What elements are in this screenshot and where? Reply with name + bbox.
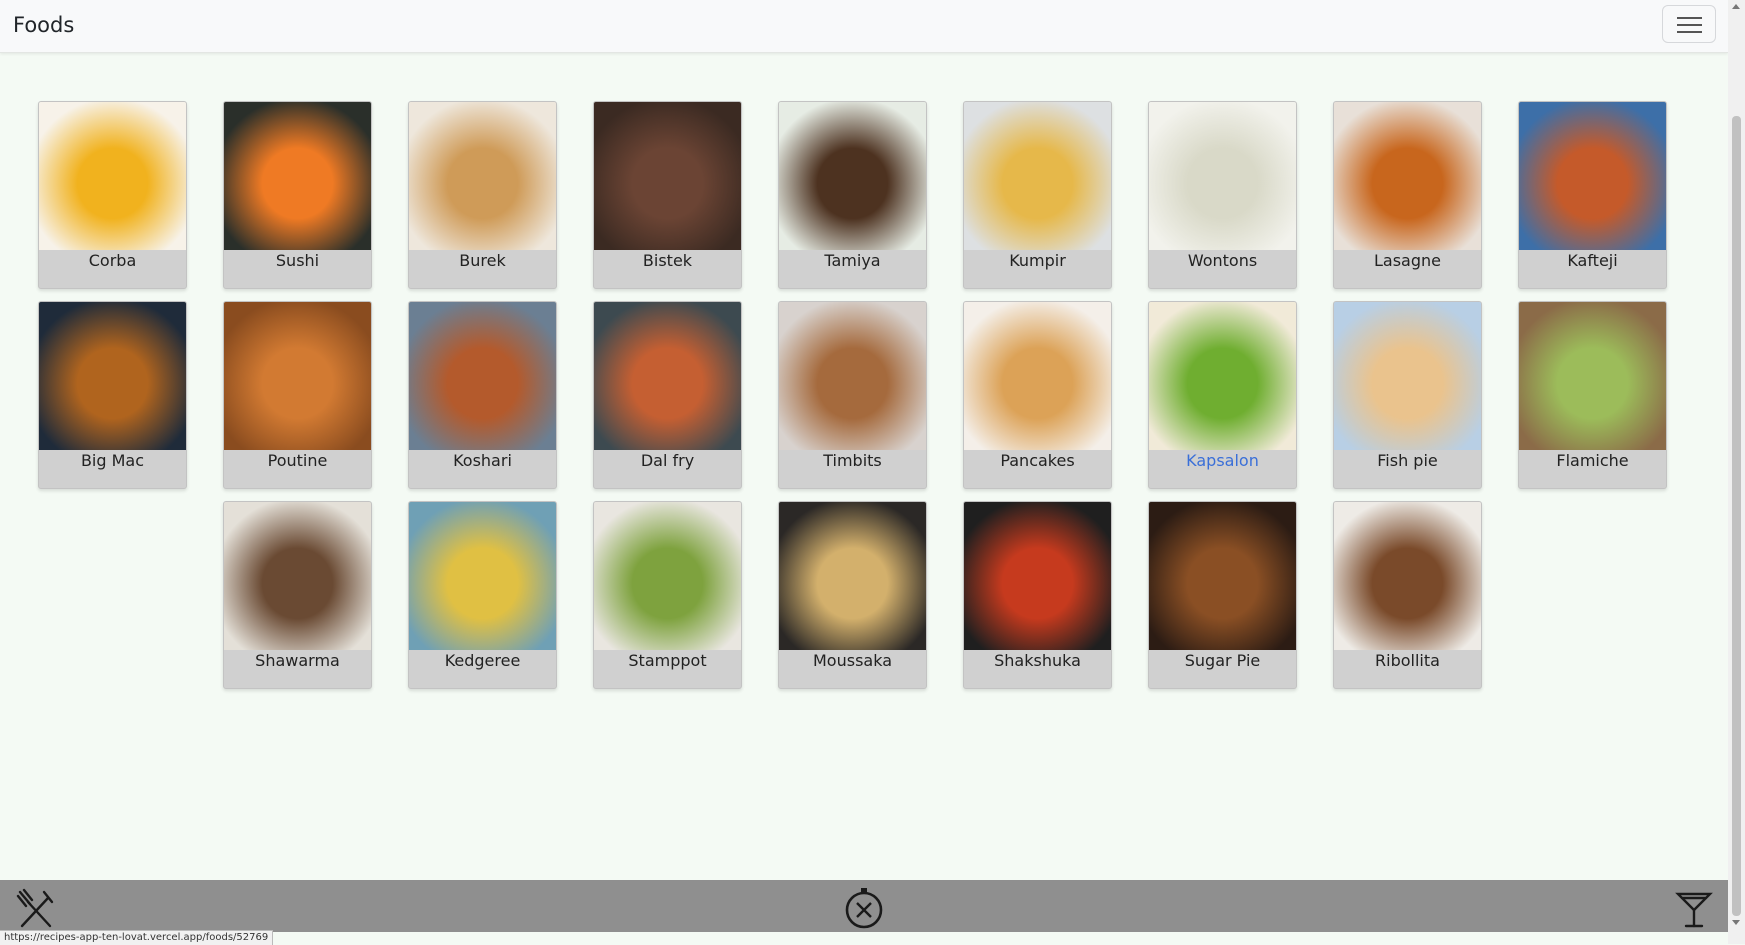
food-image[interactable] xyxy=(409,502,556,650)
food-card[interactable]: Shawarma xyxy=(223,501,372,689)
compass-icon[interactable] xyxy=(842,886,886,930)
food-image[interactable] xyxy=(39,102,186,250)
food-image[interactable] xyxy=(1519,102,1666,250)
food-card[interactable]: Big Mac xyxy=(38,301,187,489)
food-name[interactable]: Moussaka xyxy=(779,651,926,670)
food-image[interactable] xyxy=(39,302,186,450)
food-image[interactable] xyxy=(1519,302,1666,450)
food-card[interactable]: Moussaka xyxy=(778,501,927,689)
food-name[interactable]: Timbits xyxy=(779,451,926,470)
menu-toggle-button[interactable] xyxy=(1662,5,1716,43)
food-name[interactable]: Sushi xyxy=(224,251,371,270)
food-image[interactable] xyxy=(594,502,741,650)
food-image[interactable] xyxy=(594,302,741,450)
food-name[interactable]: Koshari xyxy=(409,451,556,470)
food-image[interactable] xyxy=(779,502,926,650)
food-image[interactable] xyxy=(1149,102,1296,250)
food-image[interactable] xyxy=(964,102,1111,250)
food-image[interactable] xyxy=(779,102,926,250)
fork-knife-icon[interactable] xyxy=(14,886,58,930)
cocktail-icon[interactable] xyxy=(1672,886,1716,930)
food-image[interactable] xyxy=(779,302,926,450)
food-card[interactable]: Pancakes xyxy=(963,301,1112,489)
food-card[interactable]: Dal fry xyxy=(593,301,742,489)
page-title[interactable]: Foods xyxy=(13,13,74,37)
food-card[interactable]: Lasagne xyxy=(1333,101,1482,289)
food-card[interactable]: Koshari xyxy=(408,301,557,489)
food-card[interactable]: Wontons xyxy=(1148,101,1297,289)
food-name[interactable]: Fish pie xyxy=(1334,451,1481,470)
food-name[interactable]: Dal fry xyxy=(594,451,741,470)
food-card[interactable]: Tamiya xyxy=(778,101,927,289)
food-name[interactable]: Kumpir xyxy=(964,251,1111,270)
food-image[interactable] xyxy=(1334,302,1481,450)
food-card[interactable]: Kedgeree xyxy=(408,501,557,689)
browser-status-url: https://recipes-app-ten-lovat.vercel.app… xyxy=(0,930,274,945)
scrollbar-thumb[interactable] xyxy=(1732,116,1741,916)
food-image[interactable] xyxy=(224,102,371,250)
food-card[interactable]: Timbits xyxy=(778,301,927,489)
food-name[interactable]: Sugar Pie xyxy=(1149,651,1296,670)
food-image[interactable] xyxy=(1334,102,1481,250)
food-card[interactable]: Kapsalon xyxy=(1148,301,1297,489)
hamburger-icon xyxy=(1677,17,1702,19)
food-image[interactable] xyxy=(964,502,1111,650)
food-card[interactable]: Fish pie xyxy=(1333,301,1482,489)
food-name[interactable]: Wontons xyxy=(1149,251,1296,270)
food-card[interactable]: Sushi xyxy=(223,101,372,289)
food-image[interactable] xyxy=(1149,302,1296,450)
food-image[interactable] xyxy=(594,102,741,250)
bottom-footer xyxy=(0,880,1728,932)
food-image[interactable] xyxy=(1334,502,1481,650)
food-image[interactable] xyxy=(409,302,556,450)
food-name[interactable]: Flamiche xyxy=(1519,451,1666,470)
food-name[interactable]: Big Mac xyxy=(39,451,186,470)
food-card[interactable]: Corba xyxy=(38,101,187,289)
food-name[interactable]: Corba xyxy=(39,251,186,270)
food-name[interactable]: Shakshuka xyxy=(964,651,1111,670)
food-name[interactable]: Poutine xyxy=(224,451,371,470)
food-card[interactable]: Poutine xyxy=(223,301,372,489)
food-name[interactable]: Kedgeree xyxy=(409,651,556,670)
food-name[interactable]: Bistek xyxy=(594,251,741,270)
food-card[interactable]: Bistek xyxy=(593,101,742,289)
food-name[interactable]: Ribollita xyxy=(1334,651,1481,670)
food-image[interactable] xyxy=(1149,502,1296,650)
food-card[interactable]: Ribollita xyxy=(1333,501,1482,689)
food-name[interactable]: Pancakes xyxy=(964,451,1111,470)
food-card[interactable]: Flamiche xyxy=(1518,301,1667,489)
food-name[interactable]: Kafteji xyxy=(1519,251,1666,270)
scroll-up-icon[interactable] xyxy=(1732,4,1740,9)
food-card[interactable]: Burek xyxy=(408,101,557,289)
food-card[interactable]: Kumpir xyxy=(963,101,1112,289)
food-name[interactable]: Stamppot xyxy=(594,651,741,670)
food-card[interactable]: Stamppot xyxy=(593,501,742,689)
top-navbar: Foods xyxy=(0,0,1728,53)
food-image[interactable] xyxy=(964,302,1111,450)
food-card[interactable]: Sugar Pie xyxy=(1148,501,1297,689)
food-image[interactable] xyxy=(409,102,556,250)
food-card[interactable]: Kafteji xyxy=(1518,101,1667,289)
food-image[interactable] xyxy=(224,302,371,450)
scroll-down-icon[interactable] xyxy=(1732,920,1740,925)
food-name[interactable]: Tamiya xyxy=(779,251,926,270)
food-name[interactable]: Shawarma xyxy=(224,651,371,670)
page-scrollbar[interactable] xyxy=(1728,0,1745,944)
food-card[interactable]: Shakshuka xyxy=(963,501,1112,689)
food-name[interactable]: Lasagne xyxy=(1334,251,1481,270)
food-image[interactable] xyxy=(224,502,371,650)
food-name[interactable]: Kapsalon xyxy=(1149,451,1296,470)
food-name[interactable]: Burek xyxy=(409,251,556,270)
